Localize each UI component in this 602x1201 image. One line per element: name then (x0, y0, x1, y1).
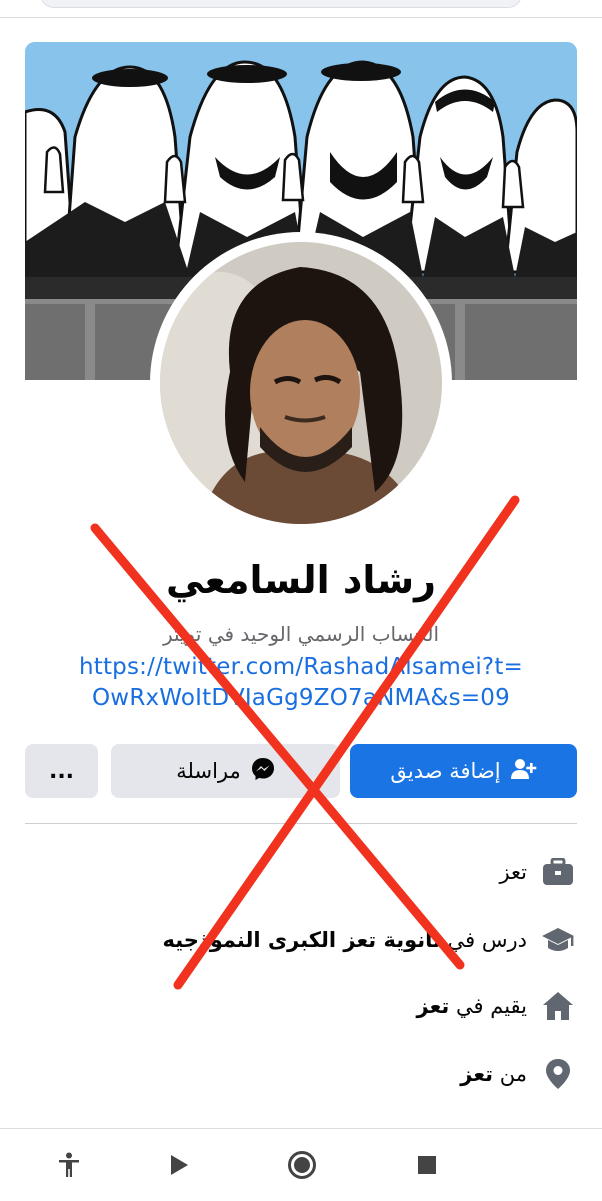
person-plus-icon (510, 758, 537, 785)
add-friend-button[interactable]: إضافة صديق (350, 744, 577, 798)
education-prefix: درس في (447, 928, 527, 952)
briefcase-icon (539, 858, 577, 886)
play-icon[interactable] (164, 1150, 194, 1180)
lives-place[interactable]: تعز (417, 994, 450, 1018)
detail-lives-in: يقيم في تعز (17, 986, 577, 1026)
message-button[interactable]: مراسلة (111, 744, 340, 798)
detail-education: درس في ثانوية تعز الكبرى النموذجيه (17, 920, 577, 960)
profile-avatar[interactable] (160, 242, 442, 524)
from-place[interactable]: تعز (460, 1062, 493, 1086)
stop-icon[interactable] (412, 1150, 442, 1180)
home-circle-icon[interactable] (287, 1150, 317, 1180)
bio-link-line-2[interactable]: OwRxWoItDVJaGg9ZO7aNMA&s=09 (0, 685, 602, 711)
detail-work: تعز (17, 852, 577, 892)
from-prefix: من (499, 1062, 527, 1086)
home-icon (539, 991, 577, 1021)
message-label: مراسلة (176, 759, 241, 783)
add-friend-label: إضافة صديق (390, 759, 501, 783)
location-pin-icon (539, 1058, 577, 1090)
avatar-photo (160, 242, 442, 524)
education-place[interactable]: ثانوية تعز الكبرى النموذجيه (162, 928, 440, 952)
system-nav-bar (0, 1128, 602, 1201)
profile-name: رشاد السامعي (166, 558, 436, 602)
graduation-cap-icon (539, 926, 577, 954)
search-bar[interactable] (40, 0, 522, 8)
accessibility-icon[interactable] (54, 1150, 84, 1180)
top-bar (0, 0, 602, 18)
section-divider (25, 823, 577, 824)
more-options-button[interactable]: ... (25, 744, 98, 798)
messenger-icon (251, 757, 275, 786)
profile-bio: الحساب الرسمي الوحيد في تويتر (162, 622, 440, 646)
detail-from: من تعز (17, 1054, 577, 1094)
work-text: تعز (499, 860, 527, 884)
lives-prefix: يقيم في (456, 994, 527, 1018)
more-icon: ... (48, 758, 75, 784)
bio-link-line-1[interactable]: https://twitter.com/RashadAlsamei?t= (0, 654, 602, 680)
